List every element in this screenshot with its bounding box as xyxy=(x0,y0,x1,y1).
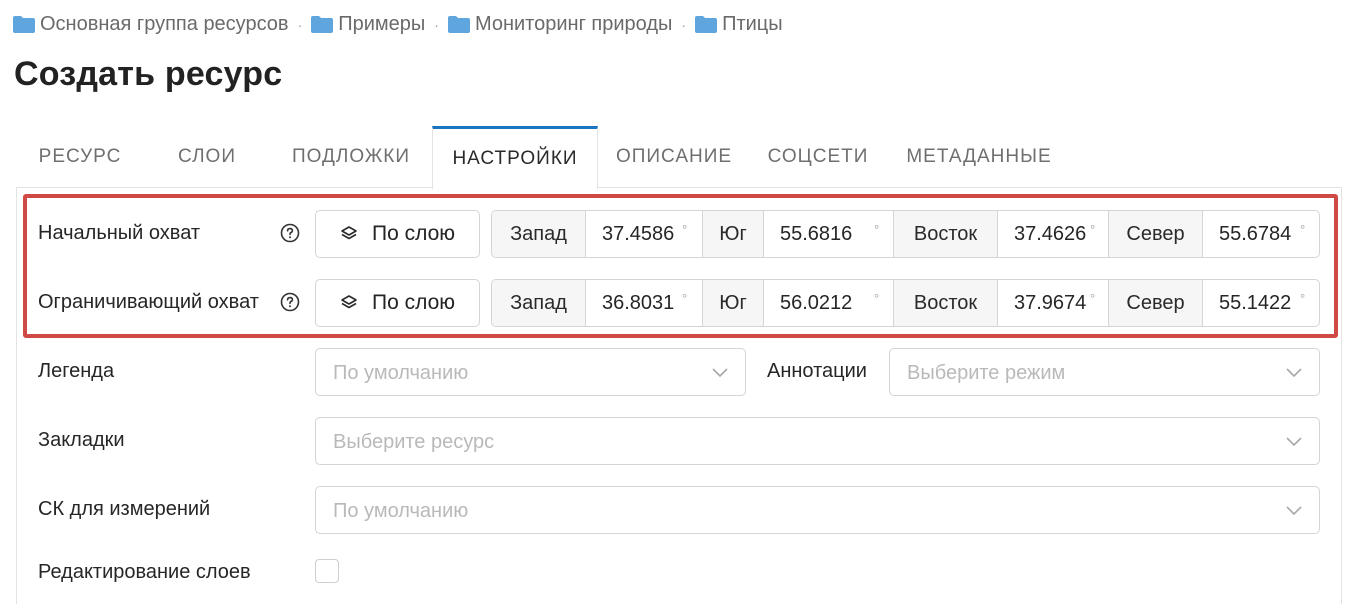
degree-unit: ° xyxy=(1300,291,1306,306)
degree-unit: ° xyxy=(874,291,880,306)
north-addon: Север xyxy=(1109,211,1203,257)
constraining-extent-from-layer-button[interactable]: По слою xyxy=(315,279,480,327)
tab-description[interactable]: ОПИСАНИЕ xyxy=(598,126,750,188)
folder-icon xyxy=(695,16,718,33)
tab-metadata[interactable]: МЕТАДАННЫЕ xyxy=(886,126,1072,188)
breadcrumb-separator: · xyxy=(297,16,303,33)
question-circle-icon[interactable] xyxy=(280,223,300,243)
folder-icon xyxy=(447,16,470,33)
east-addon: Восток xyxy=(894,280,998,326)
initial-south-input[interactable]: 55.6816 ° xyxy=(764,211,894,257)
constraining-extent-label: Ограничивающий охват xyxy=(38,291,259,313)
west-addon: Запад xyxy=(492,280,586,326)
south-addon: Юг xyxy=(703,211,764,257)
bookmarks-select[interactable]: Выберите ресурс xyxy=(315,417,1320,465)
degree-unit: ° xyxy=(1090,291,1096,306)
constraining-south-input[interactable]: 56.0212 ° xyxy=(764,280,894,326)
constraining-extent-coords: Запад 36.8031 ° Юг 56.0212 ° Восток 37.967… xyxy=(491,279,1320,327)
folder-icon xyxy=(13,16,35,33)
chevron-down-icon xyxy=(1285,503,1303,517)
tab-basemaps[interactable]: ПОДЛОЖКИ xyxy=(270,126,432,188)
tab-resource[interactable]: РЕСУРС xyxy=(16,126,144,188)
constraining-east-input[interactable]: 37.9674 ° xyxy=(998,280,1109,326)
annotations-label: Аннотации xyxy=(767,360,867,382)
initial-extent-coords: Запад 37.4586 ° Юг 55.6816 ° Восток 37.462… xyxy=(491,210,1320,258)
bookmarks-label: Закладки xyxy=(38,429,125,451)
tab-social[interactable]: СОЦСЕТИ xyxy=(750,126,886,188)
value: 37.4586 xyxy=(602,222,675,245)
degree-unit: ° xyxy=(682,222,688,237)
degree-unit: ° xyxy=(874,222,880,237)
measure-srs-label: СК для измерений xyxy=(38,498,211,520)
chevron-down-icon xyxy=(711,365,729,379)
breadcrumb: Основная группа ресурсов · Примеры · Мон… xyxy=(13,13,783,36)
value: 55.6784 xyxy=(1219,222,1292,245)
value: 56.0212 xyxy=(780,291,853,314)
tab-settings[interactable]: НАСТРОЙКИ xyxy=(432,126,598,189)
initial-west-input[interactable]: 37.4586 ° xyxy=(586,211,703,257)
layer-editing-label: Редактирование слоев xyxy=(38,561,251,583)
value: 37.9674 xyxy=(1014,291,1087,314)
constraining-north-input[interactable]: 55.1422 ° xyxy=(1203,280,1319,326)
tab-bar: РЕСУРС СЛОИ ПОДЛОЖКИ НАСТРОЙКИ ОПИСАНИЕ … xyxy=(16,126,1342,189)
east-addon: Восток xyxy=(894,211,998,257)
annotations-select[interactable]: Выберите режим xyxy=(889,348,1320,396)
breadcrumb-separator: · xyxy=(434,16,439,33)
legend-placeholder: По умолчанию xyxy=(333,362,469,384)
measure-srs-placeholder: По умолчанию xyxy=(333,500,469,522)
value: 36.8031 xyxy=(602,291,675,314)
breadcrumb-label: Примеры xyxy=(338,13,426,35)
page-title: Создать ресурс xyxy=(14,55,283,93)
south-addon: Юг xyxy=(703,280,764,326)
legend-select[interactable]: По умолчанию xyxy=(315,348,746,396)
initial-extent-label: Начальный охват xyxy=(38,222,201,244)
initial-extent-from-layer-button[interactable]: По слою xyxy=(315,210,480,258)
initial-east-input[interactable]: 37.4626 ° xyxy=(998,211,1109,257)
breadcrumb-separator: · xyxy=(681,16,687,33)
value: 55.6816 xyxy=(780,222,853,245)
annotations-placeholder: Выберите режим xyxy=(907,362,1066,384)
breadcrumb-label: Птицы xyxy=(722,13,783,35)
chevron-down-icon xyxy=(1285,365,1303,379)
breadcrumb-item-examples[interactable]: Примеры xyxy=(311,13,425,36)
west-addon: Запад xyxy=(492,211,586,257)
question-circle-icon[interactable] xyxy=(280,292,300,312)
value: 55.1422 xyxy=(1219,291,1292,314)
button-label: По слою xyxy=(371,291,456,314)
degree-unit: ° xyxy=(1090,222,1096,237)
button-label: По слою xyxy=(371,222,456,245)
breadcrumb-label: Мониторинг природы xyxy=(474,13,673,35)
initial-north-input[interactable]: 55.6784 ° xyxy=(1203,211,1319,257)
breadcrumb-label: Основная группа ресурсов xyxy=(40,13,289,35)
layer-editing-checkbox[interactable] xyxy=(315,559,339,583)
degree-unit: ° xyxy=(682,291,688,306)
degree-unit: ° xyxy=(1300,222,1306,237)
chevron-down-icon xyxy=(1285,434,1303,448)
folder-icon xyxy=(311,16,334,33)
breadcrumb-item-main-group[interactable]: Основная группа ресурсов xyxy=(13,13,289,36)
bookmarks-placeholder: Выберите ресурс xyxy=(333,431,495,453)
breadcrumb-item-nature-monitoring[interactable]: Мониторинг природы xyxy=(447,13,673,36)
legend-label: Легенда xyxy=(38,360,115,382)
north-addon: Север xyxy=(1109,280,1203,326)
breadcrumb-item-birds[interactable]: Птицы xyxy=(695,13,783,36)
value: 37.4626 xyxy=(1014,222,1087,245)
measure-srs-select[interactable]: По умолчанию xyxy=(315,486,1320,534)
layers-icon xyxy=(340,225,358,243)
tab-layers[interactable]: СЛОИ xyxy=(144,126,270,188)
constraining-west-input[interactable]: 36.8031 ° xyxy=(586,280,703,326)
layers-icon xyxy=(340,294,358,312)
